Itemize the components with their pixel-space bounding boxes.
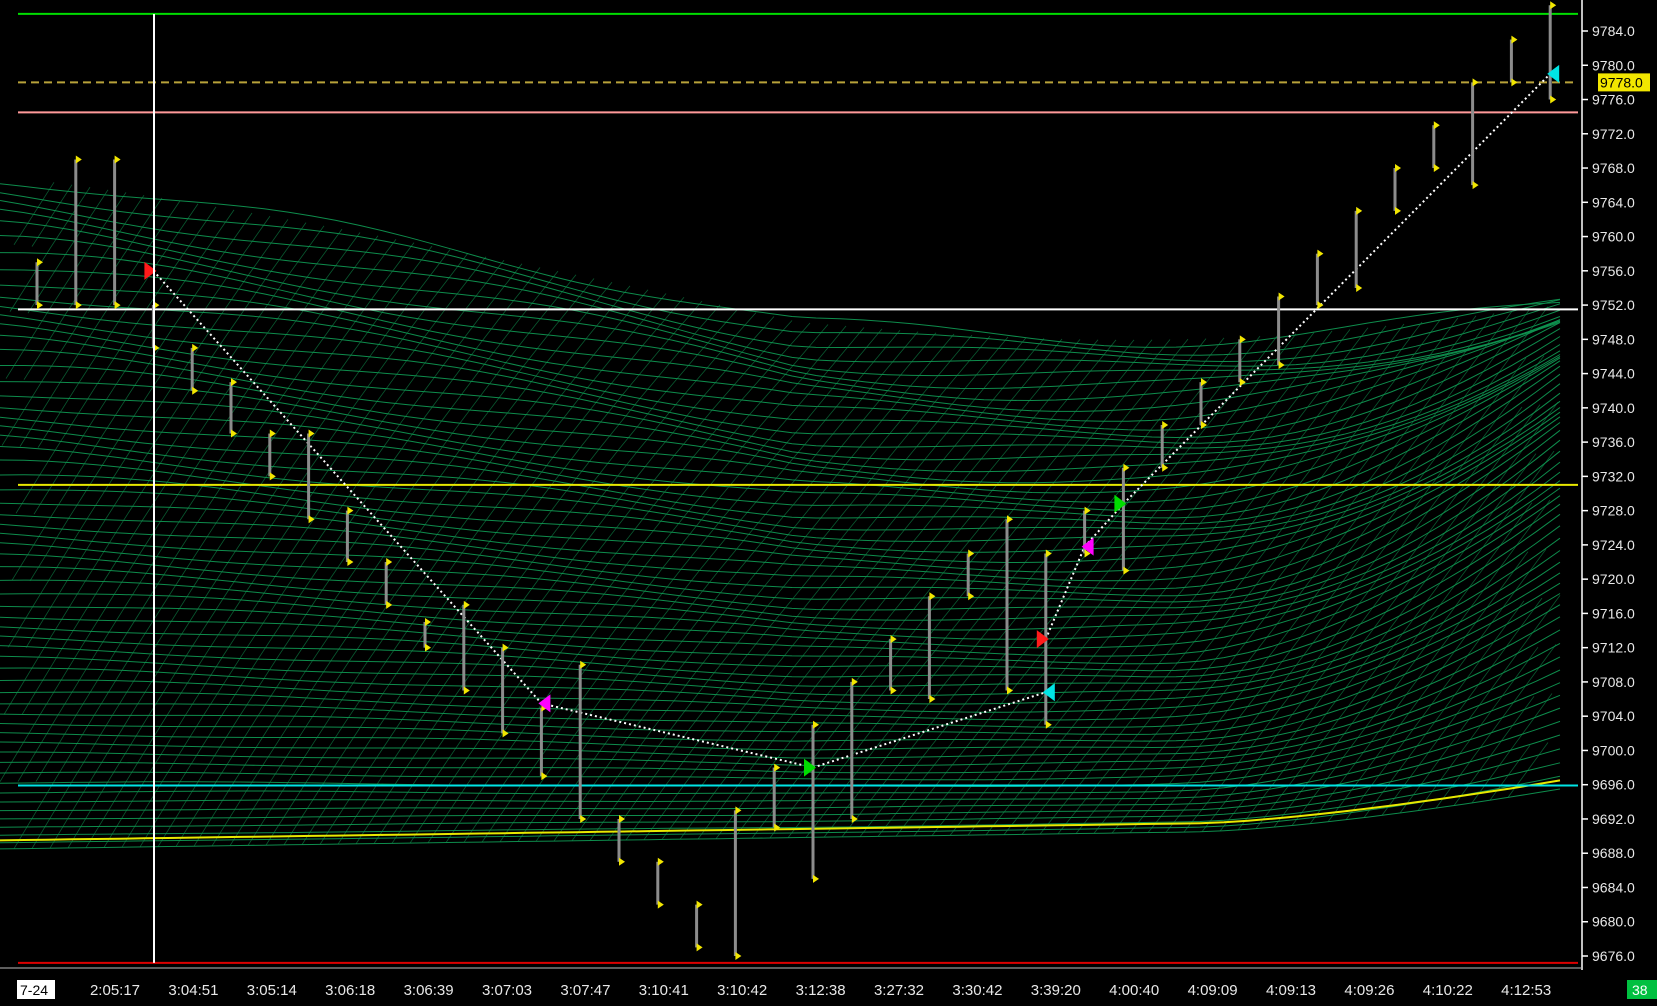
price-axis-label: 9680.0 — [1592, 914, 1635, 930]
time-axis-label: 2:05:17 — [90, 982, 140, 999]
price-axis-label: 9748.0 — [1592, 331, 1635, 347]
price-axis-label: 9732.0 — [1592, 468, 1635, 484]
time-axis-label: 3:10:42 — [717, 982, 767, 999]
time-axis-label: 3:06:18 — [325, 982, 375, 999]
price-axis-label: 9676.0 — [1592, 948, 1635, 964]
price-axis-label: 9760.0 — [1592, 229, 1635, 245]
price-axis-label: 9720.0 — [1592, 571, 1635, 587]
current-price-badge: 9778.0 — [1600, 74, 1643, 90]
time-axis-label: 3:07:47 — [560, 982, 610, 999]
time-axis-label: 4:09:26 — [1344, 982, 1394, 999]
price-axis-label: 9684.0 — [1592, 879, 1635, 895]
price-axis-label: 9704.0 — [1592, 708, 1635, 724]
time-axis-label: 3:39:20 — [1031, 982, 1081, 999]
price-axis-label: 9724.0 — [1592, 537, 1635, 553]
price-axis-label: 9716.0 — [1592, 605, 1635, 621]
price-axis-label: 9700.0 — [1592, 742, 1635, 758]
price-axis-label: 9696.0 — [1592, 777, 1635, 793]
price-axis-label: 9752.0 — [1592, 297, 1635, 313]
price-axis-label: 9784.0 — [1592, 23, 1635, 39]
time-axis-label: 3:06:39 — [404, 982, 454, 999]
price-axis-label: 9692.0 — [1592, 811, 1635, 827]
time-axis-label: 3:05:14 — [247, 982, 297, 999]
price-axis-label: 9728.0 — [1592, 503, 1635, 519]
time-axis-label: 4:09:09 — [1188, 982, 1238, 999]
time-axis-label: 4:12:53 — [1501, 982, 1551, 999]
price-axis-label: 9736.0 — [1592, 434, 1635, 450]
price-axis-label: 9708.0 — [1592, 674, 1635, 690]
price-chart[interactable]: 9676.0 9680.0 9684.0 9688.0 9692.0 9696.0 9700… — [0, 0, 1657, 1006]
price-axis-label: 9744.0 — [1592, 366, 1635, 382]
time-axis-label: 3:10:41 — [639, 982, 689, 999]
time-axis-label: 3:04:51 — [168, 982, 218, 999]
time-axis-label: 3:07:03 — [482, 982, 532, 999]
time-axis-label: 3:12:38 — [796, 982, 846, 999]
time-axis-label: 3:30:42 — [952, 982, 1002, 999]
price-axis-label: 9776.0 — [1592, 92, 1635, 108]
price-axis-label: 9768.0 — [1592, 160, 1635, 176]
price-axis-label: 9764.0 — [1592, 194, 1635, 210]
price-axis-label: 9712.0 — [1592, 640, 1635, 656]
price-axis-label: 9772.0 — [1592, 126, 1635, 142]
price-axis-label: 9756.0 — [1592, 263, 1635, 279]
date-badge: 7-24 — [20, 982, 48, 998]
time-axis-label: 4:10:22 — [1423, 982, 1473, 999]
bar-count-badge: 38 — [1632, 982, 1648, 998]
price-axis-label: 9740.0 — [1592, 400, 1635, 416]
price-axis-label: 9688.0 — [1592, 845, 1635, 861]
time-axis-label: 4:00:40 — [1109, 982, 1159, 999]
time-axis-label: 3:27:32 — [874, 982, 924, 999]
price-axis-label: 9780.0 — [1592, 57, 1635, 73]
time-axis-label: 4:09:13 — [1266, 982, 1316, 999]
